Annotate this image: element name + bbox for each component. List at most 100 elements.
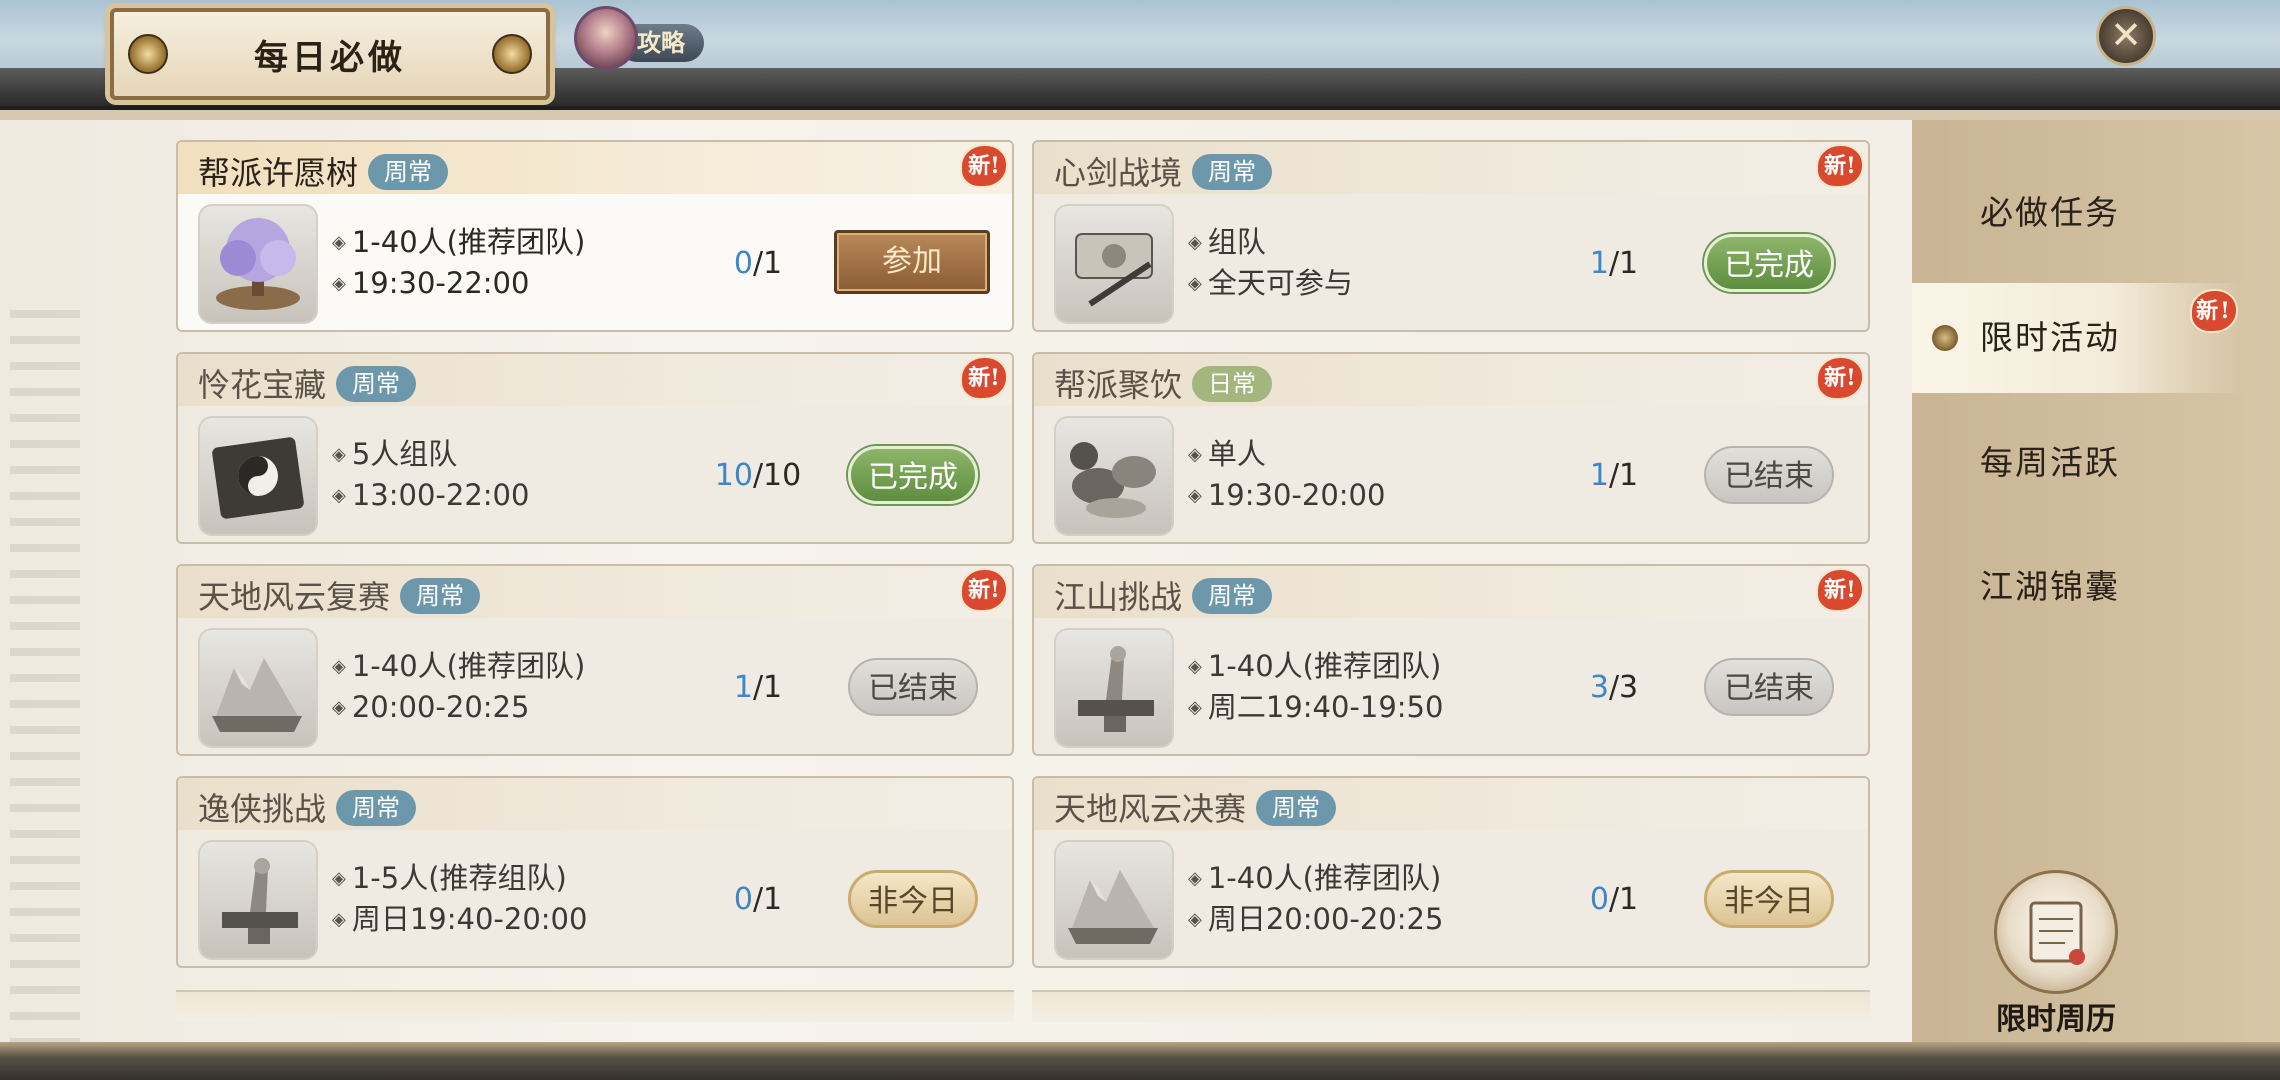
activity-status-button: 已结束 — [1704, 658, 1834, 716]
calligraphy-watermark — [10, 310, 80, 1070]
progress-current: 1 — [733, 670, 753, 705]
selected-dot-icon — [1932, 325, 1958, 351]
card-header: 逸侠挑战 周常 — [178, 778, 1012, 830]
activity-status-button: 非今日 — [848, 870, 978, 928]
sidebar-item-label: 江湖锦囊 — [1980, 567, 2120, 606]
activity-participants: 1-40人(推荐团队) — [332, 222, 585, 263]
activity-participants: 1-5人(推荐组队) — [332, 858, 587, 899]
activity-info: 单人 19:30-20:00 — [1188, 434, 1386, 516]
activity-info: 组队 全天可参与 — [1188, 222, 1353, 304]
activity-card[interactable]: 帮派许愿树周常 新! 1-40人(推荐团队) 19:30-22:00 0/1 参… — [176, 140, 1014, 332]
activity-type-tag: 周常 — [400, 578, 481, 614]
activity-progress: 1/1 — [1554, 458, 1674, 493]
progress-current: 10 — [714, 458, 753, 493]
activity-info: 5人组队 13:00-22:00 — [332, 434, 530, 516]
activity-card[interactable]: 天地风云复赛周常 新! 1-40人(推荐团队) 20:00-20:25 1/1 … — [176, 564, 1014, 756]
new-badge: 新! — [960, 568, 1008, 612]
activity-time: 周二19:40-19:50 — [1188, 687, 1444, 728]
activity-progress: 3/3 — [1554, 670, 1674, 705]
activity-title: 帮派许愿树 周常 — [198, 148, 449, 194]
activity-title: 帮派聚饮 日常 — [1054, 360, 1273, 406]
activity-participants: 1-40人(推荐团队) — [1188, 646, 1443, 687]
progress-total: /1 — [752, 246, 783, 281]
activity-title: 江山挑战 周常 — [1054, 572, 1273, 618]
activity-time: 19:30-20:00 — [1188, 475, 1386, 516]
progress-total: /3 — [1608, 670, 1639, 705]
activity-type-tag: 周常 — [1256, 790, 1337, 826]
activity-type-tag: 周常 — [1192, 578, 1273, 614]
activity-participants: 5人组队 — [332, 434, 529, 475]
activity-progress: 0/1 — [698, 246, 818, 281]
activity-status-button: 非今日 — [1704, 870, 1834, 928]
activity-time: 20:00-20:25 — [332, 687, 585, 728]
wishing-tree-icon — [198, 204, 318, 324]
activity-type-tag: 周常 — [368, 154, 449, 190]
activity-status-button: 已完成 — [848, 446, 978, 504]
activity-time: 周日20:00-20:25 — [1188, 899, 1444, 940]
new-badge: 新! — [1816, 568, 1864, 612]
progress-current: 0 — [1589, 882, 1609, 917]
activity-title: 天地风云决赛 周常 — [1054, 784, 1337, 830]
card-header: 天地风云复赛 周常 新! — [178, 566, 1012, 618]
activity-type-tag: 日常 — [1192, 366, 1273, 402]
activity-participants: 1-40人(推荐团队) — [332, 646, 585, 687]
card-header: 帮派许愿树 周常 新! — [178, 142, 1012, 194]
anvil-statue-icon — [1054, 628, 1174, 748]
avatar-icon — [574, 6, 638, 70]
sidebar-item-label: 每周活跃 — [1980, 443, 2120, 482]
activity-title: 天地风云复赛 周常 — [198, 572, 481, 618]
close-icon: ✕ — [2110, 13, 2142, 57]
activity-type-tag: 周常 — [336, 366, 417, 402]
calendar-book-icon — [1994, 870, 2118, 994]
activity-type-tag: 周常 — [1192, 154, 1273, 190]
list-item-peek — [1032, 990, 1870, 1022]
progress-total: /1 — [1608, 246, 1639, 281]
new-badge: 新! — [1816, 144, 1864, 188]
bottom-frame-strip — [0, 1042, 2280, 1080]
close-button[interactable]: ✕ — [2096, 6, 2156, 66]
new-badge: 新! — [960, 144, 1008, 188]
ornament-knob-right-icon — [492, 34, 532, 74]
card-header: 天地风云决赛 周常 — [1034, 778, 1868, 830]
sidebar-item-tips[interactable]: 江湖锦囊 — [1912, 532, 2242, 642]
activity-card[interactable]: 帮派聚饮日常 新! 单人 19:30-20:00 1/1 已结束 — [1032, 352, 1870, 544]
progress-current: 0 — [733, 246, 753, 281]
activity-card[interactable]: 怜花宝藏周常 新! 5人组队 13:00-22:00 10/10 已完成 — [176, 352, 1014, 544]
sidebar-item-label: 限时活动 — [1980, 318, 2120, 357]
weekly-calendar-label: 限时周历 — [1996, 1002, 2116, 1037]
weekly-calendar-button[interactable]: 限时周历 — [1986, 870, 2118, 1040]
feast-bowls-icon — [1054, 416, 1174, 536]
activity-status-button: 已结束 — [848, 658, 978, 716]
card-header: 心剑战境 周常 新! — [1034, 142, 1868, 194]
activity-time: 全天可参与 — [1188, 263, 1353, 304]
activity-title: 怜花宝藏 周常 — [198, 360, 417, 406]
activity-type-tag: 周常 — [336, 790, 417, 826]
guide-button[interactable]: 攻略 — [574, 6, 706, 70]
join-button[interactable]: 参加 — [834, 230, 990, 294]
page-title: 每日必做 — [254, 38, 406, 78]
activity-title: 心剑战境 周常 — [1054, 148, 1273, 194]
activity-participants: 1-40人(推荐团队) — [1188, 858, 1443, 899]
sidebar-item-required-tasks[interactable]: 必做任务 — [1912, 158, 2242, 268]
activity-card[interactable]: 心剑战境周常 新! 组队 全天可参与 1/1 已完成 — [1032, 140, 1870, 332]
activity-participants: 单人 — [1188, 434, 1385, 475]
activity-progress: 0/1 — [698, 882, 818, 917]
progress-current: 0 — [733, 882, 753, 917]
activity-time: 19:30-22:00 — [332, 263, 585, 304]
activity-card[interactable]: 江山挑战周常 新! 1-40人(推荐团队) 周二19:40-19:50 3/3 … — [1032, 564, 1870, 756]
activity-info: 1-40人(推荐团队) 周二19:40-19:50 — [1188, 646, 1444, 728]
activity-progress: 0/1 — [1554, 882, 1674, 917]
mountain-diorama-icon — [1054, 840, 1174, 960]
new-badge: 新! — [2190, 289, 2238, 333]
progress-total: /10 — [752, 458, 802, 493]
activity-info: 1-40人(推荐团队) 20:00-20:25 — [332, 646, 585, 728]
sidebar-item-label: 必做任务 — [1980, 193, 2120, 232]
activity-info: 1-40人(推荐团队) 周日20:00-20:25 — [1188, 858, 1444, 940]
progress-total: /1 — [1608, 882, 1639, 917]
activity-card[interactable]: 天地风云决赛周常 1-40人(推荐团队) 周日20:00-20:25 0/1 非… — [1032, 776, 1870, 968]
sidebar-item-weekly-active[interactable]: 每周活跃 — [1912, 408, 2242, 518]
activity-card[interactable]: 逸侠挑战周常 1-5人(推荐组队) 周日19:40-20:00 0/1 非今日 — [176, 776, 1014, 968]
sidebar-item-limited-activities[interactable]: 限时活动 新! — [1912, 283, 2242, 393]
activity-time: 13:00-22:00 — [332, 475, 530, 516]
card-header: 帮派聚饮 日常 新! — [1034, 354, 1868, 406]
